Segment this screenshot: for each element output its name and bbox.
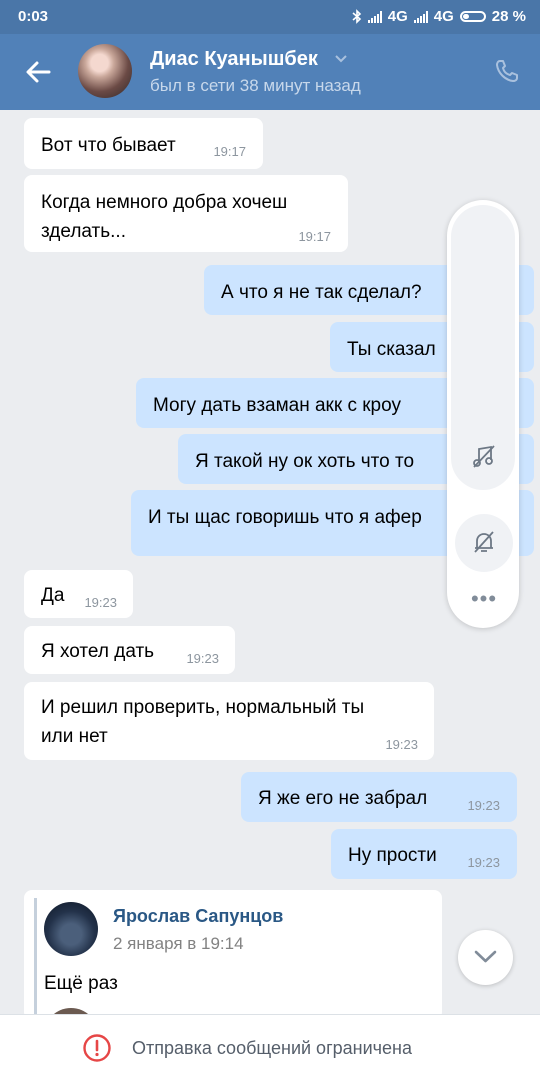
message-bubble-outgoing[interactable]: Ну прости 19:23: [331, 829, 517, 879]
message-bubble-incoming[interactable]: Вот что бывает 19:17: [24, 118, 263, 169]
message-bubble-incoming[interactable]: И решил проверить, нормальный ты или нет …: [24, 682, 434, 760]
message-text: Когда немного добра хочеш зделать...: [41, 192, 288, 242]
message-time: 19:23: [84, 595, 117, 610]
warning-circle-icon: [83, 1034, 111, 1062]
message-bubble-incoming[interactable]: Да 19:23: [24, 570, 133, 618]
message-text: Вот что бывает: [41, 135, 176, 156]
forwarded-author-name[interactable]: Ярослав Сапунцов: [113, 906, 283, 927]
phone-icon[interactable]: [494, 58, 520, 84]
message-text: Да: [41, 585, 65, 606]
chevron-down-icon[interactable]: [334, 54, 348, 64]
network-type-1: 4G: [387, 8, 408, 25]
arrow-left-icon[interactable]: [22, 56, 54, 88]
contact-name[interactable]: Диас Куанышбек: [150, 48, 318, 71]
status-bar: 0:03 4G 4G 28 %: [0, 0, 540, 34]
message-text: Ну прости: [348, 845, 437, 866]
network-type-2: 4G: [433, 8, 454, 25]
message-bubble-incoming[interactable]: Я хотел дать 19:23: [24, 626, 235, 674]
last-seen-status: был в сети 38 минут назад: [150, 76, 361, 95]
message-bubble-incoming[interactable]: Когда немного добра хочеш зделать... 19:1…: [24, 175, 348, 252]
forwarded-quote-bar: [34, 898, 37, 1028]
message-text: Я хотел дать: [41, 641, 155, 662]
forwarded-text: Ещё раз: [44, 973, 118, 994]
message-time: 19:23: [467, 798, 500, 813]
scroll-down-button[interactable]: [458, 930, 513, 985]
status-icons: 4G 4G 28 %: [352, 8, 526, 25]
more-dots-icon[interactable]: •••: [469, 586, 499, 611]
battery-percent: 28 %: [491, 8, 526, 25]
message-text: Ты сказал: [347, 339, 436, 360]
battery-icon: [459, 11, 486, 22]
message-time: 19:17: [298, 229, 331, 244]
signal-bars-icon-2: [413, 10, 428, 23]
bell-off-icon: [474, 531, 494, 553]
signal-bars-icon: [367, 10, 382, 23]
message-text: Я такой ну ок хоть что то: [195, 451, 415, 472]
forwarded-date: 2 января в 19:14: [113, 934, 244, 953]
chevron-down-icon: [474, 950, 497, 963]
message-time: 19:23: [385, 737, 418, 752]
restriction-text: Отправка сообщений ограничена: [132, 1038, 412, 1058]
message-time: 19:23: [467, 855, 500, 870]
message-text: Могу дать взаман акк с кроу: [153, 395, 401, 416]
contact-avatar[interactable]: [78, 44, 132, 98]
chat-header: Диас Куанышбек был в сети 38 минут назад: [0, 34, 540, 110]
bluetooth-icon: [352, 9, 361, 24]
message-restriction-bar: Отправка сообщений ограничена: [0, 1014, 540, 1081]
message-text: Я же его не забрал: [258, 788, 428, 809]
message-text: И решил проверить, нормальный ты или нет: [41, 697, 365, 747]
status-time: 0:03: [18, 8, 49, 25]
forwarded-author-avatar[interactable]: [44, 902, 98, 956]
message-time: 19:23: [186, 651, 219, 666]
message-text: А что я не так сделал?: [221, 282, 422, 303]
music-off-icon[interactable]: [471, 443, 497, 469]
message-bubble-outgoing[interactable]: Я же его не забрал 19:23: [241, 772, 517, 822]
message-text: И ты щас говоришь что я афер: [148, 507, 422, 528]
message-time: 19:17: [213, 144, 246, 159]
